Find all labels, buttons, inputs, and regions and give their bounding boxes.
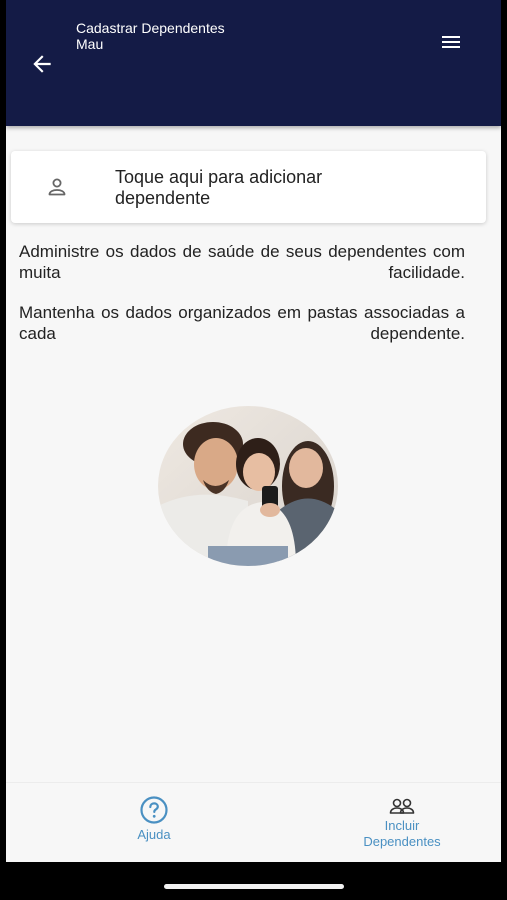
home-indicator[interactable]: [164, 884, 344, 889]
people-icon: [389, 798, 415, 814]
add-dependent-label: Toque aqui para adicionar dependente: [115, 167, 323, 208]
app-screen: Cadastrar Dependentes Mau Toque aqui par…: [6, 0, 501, 862]
family-illustration: [158, 406, 338, 566]
back-button[interactable]: [26, 48, 58, 80]
page-title: Cadastrar Dependentes: [76, 20, 225, 36]
header-title-block: Cadastrar Dependentes Mau: [76, 20, 225, 52]
description-paragraph-1: Administre os dados de saúde de seus dep…: [19, 242, 465, 282]
family-photo: [158, 406, 338, 566]
menu-button[interactable]: [436, 30, 466, 54]
nav-include-dependents[interactable]: Incluir Dependentes: [351, 797, 453, 850]
person-icon: [48, 178, 66, 196]
nav-help[interactable]: Ajuda: [124, 795, 184, 843]
arrow-left-icon: [33, 55, 51, 73]
nav-include-label-line2: Dependentes: [363, 834, 441, 849]
add-dependent-card[interactable]: Toque aqui para adicionar dependente: [11, 151, 486, 223]
description-paragraph-2: Mantenha os dados organizados em pastas …: [19, 303, 465, 343]
question-circle-icon: [140, 796, 168, 824]
user-name: Mau: [76, 36, 104, 52]
nav-help-label: Ajuda: [137, 827, 171, 842]
menu-icon: [442, 36, 460, 48]
nav-include-label-line1: Incluir: [384, 818, 420, 833]
app-header: Cadastrar Dependentes Mau: [6, 0, 501, 126]
bottom-navigation: Ajuda Incluir Dependentes: [6, 782, 501, 862]
